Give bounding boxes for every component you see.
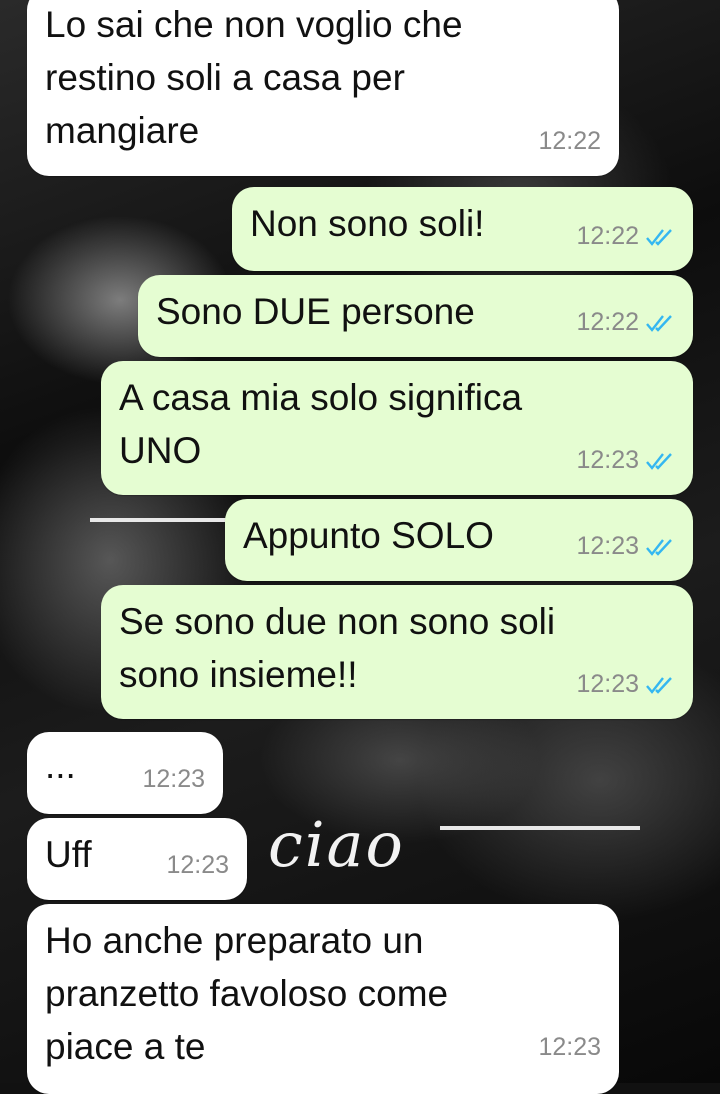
double-check-read-icon	[645, 451, 675, 471]
message-time: 12:22	[576, 222, 639, 250]
outgoing-message-bubble[interactable]: Non sono soli! 12:22	[232, 187, 693, 271]
message-meta: 12:22	[538, 115, 601, 168]
message-time: 12:23	[576, 532, 639, 560]
incoming-message-bubble[interactable]: ... 12:23	[27, 732, 223, 814]
message-meta: 12:23	[576, 520, 675, 573]
outgoing-message-bubble[interactable]: Appunto SOLO 12:23	[225, 499, 693, 581]
outgoing-message-bubble[interactable]: Sono DUE persone 12:22	[138, 275, 693, 357]
message-meta: 12:23	[576, 434, 675, 487]
message-time: 12:22	[538, 127, 601, 155]
double-check-read-icon	[645, 675, 675, 695]
message-time: 12:22	[576, 308, 639, 336]
message-meta: 12:23	[142, 753, 205, 806]
message-meta: 12:22	[576, 296, 675, 349]
wallpaper-decor-line	[440, 826, 640, 830]
message-text: Ho anche preparato un pranzetto favoloso…	[45, 920, 449, 1067]
message-time: 12:23	[142, 765, 205, 793]
incoming-message-bubble[interactable]: Ho anche preparato un pranzetto favoloso…	[27, 904, 619, 1094]
message-meta: 12:23	[576, 658, 675, 711]
outgoing-message-bubble[interactable]: Se sono due non sono soli sono insieme!!…	[101, 585, 693, 719]
message-meta: 12:23	[538, 1021, 601, 1074]
double-check-read-icon	[645, 227, 675, 247]
message-meta: 12:23	[166, 839, 229, 892]
double-check-read-icon	[645, 537, 675, 557]
message-time: 12:23	[576, 446, 639, 474]
incoming-message-bubble[interactable]: Lo sai che non voglio che restino soli a…	[27, 0, 619, 176]
incoming-message-bubble[interactable]: Uff 12:23	[27, 818, 247, 900]
message-time: 12:23	[576, 670, 639, 698]
wallpaper-script-text: ciao	[268, 808, 405, 881]
message-time: 12:23	[166, 851, 229, 879]
message-time: 12:23	[538, 1033, 601, 1061]
message-text: Lo sai che non voglio che restino soli a…	[45, 4, 463, 151]
wallpaper-decor-line	[90, 518, 230, 522]
outgoing-message-bubble[interactable]: A casa mia solo significa UNO 12:23	[101, 361, 693, 495]
message-meta: 12:22	[576, 210, 675, 263]
double-check-read-icon	[645, 313, 675, 333]
